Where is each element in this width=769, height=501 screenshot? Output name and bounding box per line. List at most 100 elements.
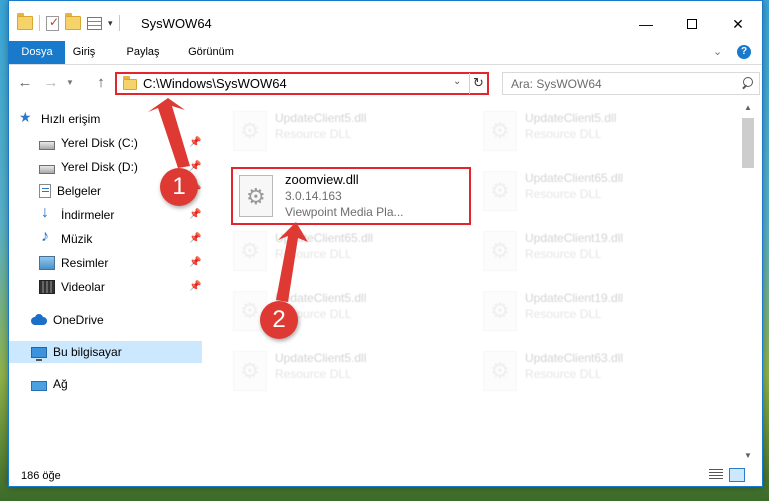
tab-home[interactable]: Giriş xyxy=(65,41,103,64)
scroll-down-icon[interactable]: ▼ xyxy=(744,451,752,460)
computer-icon xyxy=(31,346,47,361)
sidebar-item-network[interactable]: Ağ xyxy=(31,373,202,395)
file-tile[interactable]: UpdateClient5.dll Resource DLL xyxy=(223,285,461,335)
file-tile[interactable]: UpdateClient5.dll Resource DLL xyxy=(223,345,461,395)
sidebar-item-music[interactable]: Müzik 📌 xyxy=(39,228,202,250)
onedrive-icon xyxy=(31,313,47,327)
dll-file-icon xyxy=(483,171,517,211)
properties-check-icon[interactable] xyxy=(46,15,59,31)
address-bar[interactable]: C:\Windows\SysWOW64 ⌄ ↻ xyxy=(115,72,489,95)
sidebar-item-label: Yerel Disk (D:) xyxy=(61,160,138,174)
dll-file-icon xyxy=(233,111,267,151)
file-name: UpdateClient19.dll xyxy=(525,231,624,245)
chevron-down-icon[interactable]: ▾ xyxy=(108,18,113,29)
help-icon[interactable]: ? xyxy=(737,45,751,59)
network-icon xyxy=(31,380,47,391)
file-tile[interactable]: UpdateClient19.dll Resource DLL xyxy=(473,225,711,275)
pin-icon[interactable]: 📌 xyxy=(189,233,201,244)
sidebar-item-disk-c[interactable]: Yerel Disk (C:) 📌 xyxy=(39,132,202,154)
scroll-thumb[interactable] xyxy=(742,118,754,168)
file-name: UpdateClient5.dll xyxy=(275,351,367,365)
sidebar-item-pictures[interactable]: Resimler 📌 xyxy=(39,252,202,274)
sidebar-item-label: Belgeler xyxy=(57,184,102,198)
dll-file-icon xyxy=(483,231,517,271)
sidebar-item-downloads[interactable]: İndirmeler 📌 xyxy=(39,204,202,226)
vertical-scrollbar[interactable]: ▲ ▼ xyxy=(740,101,756,465)
window-title: SysWOW64 xyxy=(141,16,212,31)
expand-ribbon-icon[interactable]: ⌄ xyxy=(713,45,722,58)
file-tile[interactable]: UpdateClient19.dll Resource DLL xyxy=(473,285,711,335)
documents-icon xyxy=(39,184,51,198)
maximize-icon xyxy=(687,19,697,29)
address-dropdown-icon[interactable]: ⌄ xyxy=(453,76,461,87)
refresh-icon[interactable]: ↻ xyxy=(469,73,487,94)
dll-file-icon xyxy=(483,351,517,391)
scroll-up-icon[interactable]: ▲ xyxy=(744,103,752,112)
sidebar-item-quick-access[interactable]: Hızlı erişim xyxy=(19,108,212,130)
file-type: Resource DLL xyxy=(275,127,352,141)
sidebar-item-label: Hızlı erişim xyxy=(41,112,101,126)
forward-button[interactable]: → xyxy=(41,73,61,93)
status-bar: 186 öğe xyxy=(9,465,762,487)
tab-file[interactable]: Dosya xyxy=(9,41,65,64)
file-list: UpdateClient5.dll Resource DLL UpdateCli… xyxy=(209,101,739,465)
tab-view[interactable]: Görünüm xyxy=(179,41,243,64)
recent-locations-icon[interactable]: ▼ xyxy=(63,73,77,93)
sidebar-item-videos[interactable]: Videolar 📌 xyxy=(39,276,202,298)
sidebar-item-label: İndirmeler xyxy=(61,208,115,222)
file-type: Resource DLL xyxy=(525,247,602,261)
back-button[interactable]: ← xyxy=(15,73,35,93)
close-button[interactable]: ✕ xyxy=(715,9,761,39)
sidebar-item-onedrive[interactable]: OneDrive xyxy=(31,309,202,331)
details-view-icon[interactable] xyxy=(709,469,723,481)
sidebar-item-label: Bu bilgisayar xyxy=(53,345,122,359)
sidebar-item-label: Müzik xyxy=(61,232,93,246)
large-icons-view-icon[interactable] xyxy=(729,468,745,482)
sidebar-item-label: Resimler xyxy=(61,256,109,270)
file-name: UpdateClient65.dll xyxy=(525,171,624,185)
file-type: Resource DLL xyxy=(275,247,352,261)
file-type: Resource DLL xyxy=(525,187,602,201)
file-tile[interactable]: UpdateClient65.dll Resource DLL xyxy=(473,165,711,215)
dll-file-icon xyxy=(483,111,517,151)
pin-icon[interactable]: 📌 xyxy=(189,281,201,292)
file-type: Resource DLL xyxy=(275,367,352,381)
file-name: UpdateClient63.dll xyxy=(525,351,624,365)
address-path[interactable]: C:\Windows\SysWOW64 xyxy=(143,76,287,91)
up-button[interactable]: ↑ xyxy=(91,73,111,93)
search-placeholder[interactable]: Ara: SysWOW64 xyxy=(511,77,602,91)
sidebar-item-label: Yerel Disk (C:) xyxy=(61,136,138,150)
minimize-button[interactable]: — xyxy=(623,9,669,39)
navigation-bar: ← → ▼ ↑ C:\Windows\SysWOW64 ⌄ ↻ Ara: Sys… xyxy=(9,67,762,99)
drive-icon xyxy=(39,140,55,150)
tab-share[interactable]: Paylaş xyxy=(119,41,167,64)
file-tile[interactable]: UpdateClient63.dll Resource DLL xyxy=(473,345,711,395)
folder-icon[interactable] xyxy=(17,13,33,30)
new-folder-icon[interactable] xyxy=(65,13,81,30)
sidebar-item-label: Ağ xyxy=(53,377,68,391)
pin-icon[interactable]: 📌 xyxy=(189,257,201,268)
title-bar: ▾ SysWOW64 — ✕ xyxy=(9,1,762,39)
dll-file-icon xyxy=(483,291,517,331)
pin-icon[interactable]: 📌 xyxy=(189,161,201,172)
file-type: Resource DLL xyxy=(525,307,602,321)
sidebar-item-this-pc[interactable]: Bu bilgisayar xyxy=(9,341,202,363)
file-tile[interactable]: UpdateClient5.dll Resource DLL xyxy=(223,105,461,155)
pin-icon[interactable]: 📌 xyxy=(189,137,201,148)
list-view-icon[interactable] xyxy=(87,16,102,30)
file-type: Resource DLL xyxy=(525,127,602,141)
maximize-button[interactable] xyxy=(669,9,715,39)
pin-icon[interactable]: 📌 xyxy=(189,209,201,220)
toolbar-divider xyxy=(118,15,120,31)
item-count: 186 öğe xyxy=(21,470,61,482)
file-tile[interactable]: UpdateClient65.dll Resource DLL xyxy=(223,225,461,275)
dll-file-icon xyxy=(233,351,267,391)
sidebar-item-label: OneDrive xyxy=(53,313,104,327)
folder-icon xyxy=(123,76,137,90)
quick-access-toolbar: ▾ xyxy=(17,13,120,31)
file-tile[interactable]: UpdateClient5.dll Resource DLL xyxy=(473,105,711,155)
step-2-badge: 2 xyxy=(260,301,298,339)
search-icon[interactable] xyxy=(740,76,754,90)
search-input[interactable]: Ara: SysWOW64 xyxy=(502,72,760,95)
ribbon-tabs: Dosya Giriş Paylaş Görünüm ⌄ ? xyxy=(9,41,762,65)
